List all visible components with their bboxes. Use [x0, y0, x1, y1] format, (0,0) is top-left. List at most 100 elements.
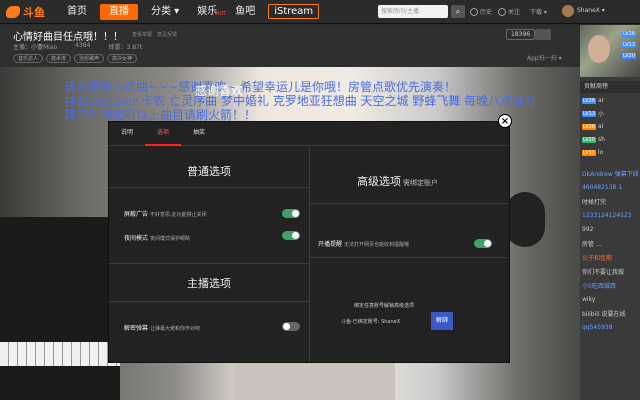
contribution-title: 贡献周榜: [580, 81, 640, 93]
night-mode-toggle[interactable]: [282, 231, 300, 240]
rank-row[interactable]: LV13 小: [580, 108, 640, 119]
istream-button[interactable]: iStream: [268, 4, 320, 19]
option-live-alert: 开播提醒 无法打开网页也能收到提醒哦: [318, 239, 409, 248]
nav-live[interactable]: 直播: [100, 3, 138, 20]
ticker-line-2: 神曲summer 卡农 亡灵序曲 梦中婚礼 克罗地亚狂想曲 天空之城 野蜂飞舞 …: [64, 94, 537, 108]
advanced-options-title: 高级选项 需绑定账户: [357, 173, 438, 189]
level-badge: LV20: [582, 123, 597, 130]
nav-fishbar[interactable]: 鱼吧: [226, 0, 264, 24]
chat-line: 你们不要让我做: [582, 269, 625, 276]
follow-button[interactable]: [535, 29, 551, 40]
follow-count: 18396: [506, 29, 536, 40]
advanced-options-column: 高级选项 需绑定账户 开播提醒 无法打开网页也能收到提醒哦 绑定任意账号解锁高级选项…: [309, 147, 509, 362]
chat-line: DkAndrew 弹幕下线: [582, 171, 639, 178]
hot-badge: HOT: [215, 10, 227, 17]
download-label: 下载 ▾: [530, 9, 547, 16]
rank-row[interactable]: LV20 sh: [580, 134, 640, 145]
host-options-title: 主播选项: [187, 277, 231, 290]
close-icon[interactable]: ×: [498, 114, 512, 128]
nav-home[interactable]: 首页: [58, 0, 96, 24]
tab-instructions[interactable]: 说明: [109, 122, 145, 146]
option-note: 让弹幕大佬和你作对吧: [150, 326, 201, 332]
chat-line: 1233124124123: [582, 212, 632, 219]
normal-options-title: 普通选项: [187, 165, 231, 178]
room-tag[interactable]: 高冷女神: [107, 54, 138, 63]
room-tags: 音乐达人 技术流 治愈歌声 高冷女神: [13, 54, 138, 63]
app-scan-link[interactable]: App扫一扫 ▾: [527, 53, 562, 62]
piano-keys: [0, 342, 120, 366]
option-note: 夜间模式保护眼睛: [150, 236, 191, 242]
level-badge: LV26: [582, 97, 597, 104]
divider: [310, 257, 508, 258]
rank-row[interactable]: LV13: [620, 39, 640, 50]
username-menu[interactable]: ShaneX ▾: [577, 7, 605, 14]
nav-category[interactable]: 分类 ▾: [142, 0, 188, 24]
bound-account: 斗鱼-已绑定账号: ShaneX: [341, 319, 401, 325]
room-header: 心情好曲目任点哦！！！ 查看举报 意见反馈 主播：小曹Miao 4384 体重：…: [0, 25, 580, 67]
level-badge: LV26: [622, 30, 637, 37]
room-tag[interactable]: 音乐达人: [13, 54, 44, 63]
host-name[interactable]: 主播：小曹Miao: [13, 42, 57, 51]
ticker-line-3: 其它时间如听以上曲目请刷火箭！！: [64, 108, 257, 122]
chat-line: qq545938: [582, 324, 613, 331]
room-tag[interactable]: 治愈歌声: [74, 54, 105, 63]
modal-tabs: 说明 选项 抽奖: [109, 122, 509, 146]
history-button[interactable]: 历史: [470, 7, 492, 16]
room-meta: 主播：小曹Miao 4384 体重：3.87t: [13, 42, 142, 51]
level-badge: LV13: [622, 41, 637, 48]
option-night-mode: 夜间模式 夜间模式保护眼睛: [124, 233, 190, 242]
avatar[interactable]: [562, 5, 574, 17]
unbind-button[interactable]: 解绑: [431, 312, 453, 330]
room-tag[interactable]: 技术流: [46, 54, 72, 63]
divider: [109, 301, 309, 302]
rank-row[interactable]: LV11 lo: [580, 147, 640, 158]
option-block-ads: 屏蔽广告 不好意思,此功能禁止关闭: [124, 209, 207, 218]
divider: [109, 187, 309, 188]
option-note: 无法打开网页也能收到提醒哦: [344, 242, 410, 248]
piano-scene: [0, 217, 120, 400]
logo-text: 斗鱼: [23, 5, 45, 19]
rank-name: 小: [598, 111, 605, 118]
option-label: 屏蔽广告: [124, 211, 149, 218]
chat-line: 460482138 1: [582, 184, 623, 191]
chat-line: wiky: [582, 296, 596, 303]
level-badge: LV20: [622, 52, 637, 59]
chat-line: 小5吃西城西: [582, 283, 616, 290]
live-alert-toggle[interactable]: [474, 239, 492, 248]
tab-options[interactable]: 选项: [145, 122, 182, 146]
level-badge: LV11: [582, 149, 597, 156]
rank-row[interactable]: LV20 ai: [580, 121, 640, 132]
rank-row[interactable]: LV20: [620, 50, 640, 61]
chat-line: 房管 …: [582, 241, 602, 248]
report-link[interactable]: 查看举报 意见反馈: [132, 31, 177, 38]
ticker-overlay-text: 感谢喜欢: [195, 84, 244, 98]
search-input[interactable]: 搜索房间/主播: [378, 5, 448, 18]
fish-logo-icon: [6, 5, 20, 18]
option-label: 解密弹幕: [124, 325, 149, 332]
level-badge: LV20: [582, 136, 597, 143]
search-icon[interactable]: ⌕: [451, 5, 465, 18]
block-ads-toggle[interactable]: [282, 209, 300, 218]
chat-line: 992: [582, 226, 594, 233]
settings-modal: 说明 选项 抽奖 普通选项 屏蔽广告 不好意思,此功能禁止关闭 夜间模式 夜间模式保…: [108, 121, 510, 363]
decrypt-danmaku-toggle[interactable]: [282, 322, 300, 331]
tab-lottery[interactable]: 抽奖: [181, 122, 217, 146]
divider: [109, 263, 309, 264]
microphone-scene: [505, 192, 545, 247]
advanced-subtitle: 需绑定账户: [403, 179, 438, 187]
rank-row[interactable]: LV26 ar: [580, 95, 640, 106]
follow-nav-label: 关注: [508, 9, 521, 16]
history-label: 历史: [480, 9, 493, 16]
clock-icon: [470, 7, 478, 16]
douyu-logo[interactable]: 斗鱼: [0, 0, 58, 24]
room-title: 心情好曲目任点哦！！！: [13, 32, 123, 43]
follow-nav-button[interactable]: 关注: [498, 7, 520, 16]
rank-row[interactable]: LV26: [620, 28, 640, 39]
option-label: 开播提醒: [318, 241, 343, 248]
download-button[interactable]: 下载 ▾: [530, 7, 547, 16]
option-decrypt-danmaku: 解密弹幕 让弹幕大佬和你作对吧: [124, 323, 200, 332]
nav-entertainment[interactable]: 娱乐 HOT: [188, 0, 226, 24]
rank-name: sh: [598, 136, 605, 143]
rank-name: ar: [598, 97, 605, 104]
main-nav: 首页 直播 分类 ▾ 娱乐 HOT 鱼吧 iStream: [58, 0, 320, 24]
